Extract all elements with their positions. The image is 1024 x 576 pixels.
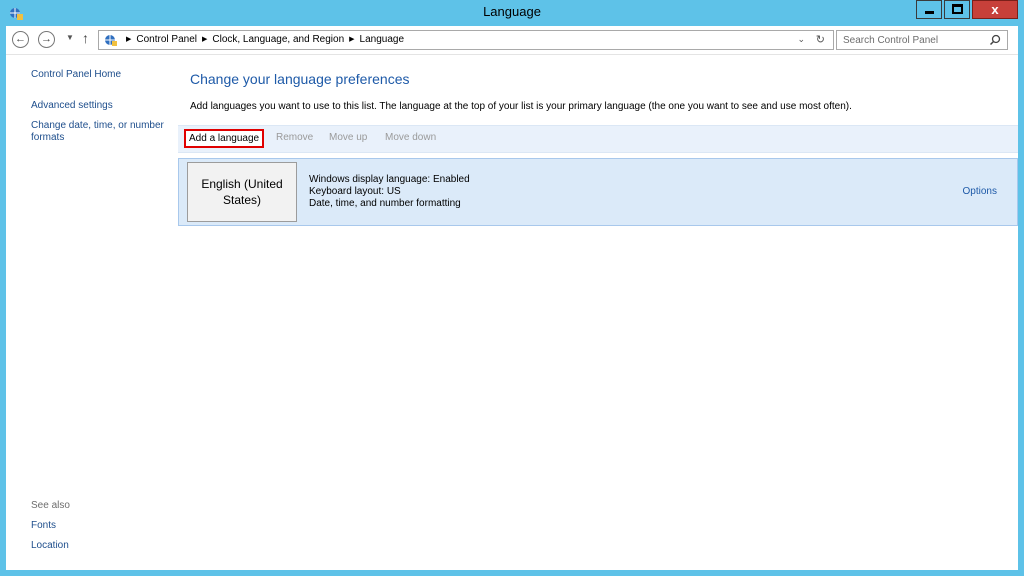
- main-content: Change your language preferences Add lan…: [178, 54, 1018, 570]
- up-arrow-icon[interactable]: ↑: [82, 30, 89, 46]
- breadcrumb: ▶ Control Panel ▶ Clock, Language, and Regi…: [121, 34, 404, 45]
- language-detail-formatting: Date, time, and number formatting: [309, 198, 461, 209]
- refresh-icon[interactable]: ↻: [816, 33, 825, 46]
- window-controls: x: [914, 0, 1018, 20]
- address-chevron-down-icon[interactable]: ⌄: [797, 34, 805, 45]
- navigation-bar: ← → ▼ ↑ ▶ Control Panel ▶ Clock, Language, …: [6, 26, 1018, 55]
- maximize-button[interactable]: [944, 0, 970, 19]
- maximize-icon: [952, 4, 963, 14]
- breadcrumb-chevron-icon[interactable]: ▶: [202, 36, 207, 43]
- close-button[interactable]: x: [972, 0, 1018, 19]
- language-detail-display: Windows display language: Enabled: [309, 174, 470, 185]
- address-bar[interactable]: ▶ Control Panel ▶ Clock, Language, and Regi…: [98, 30, 834, 50]
- page-description: Add languages you want to use to this li…: [190, 101, 852, 112]
- search-placeholder: Search Control Panel: [843, 35, 939, 46]
- minimize-button[interactable]: [916, 0, 942, 19]
- control-panel-icon: [105, 35, 117, 46]
- sidebar: Control Panel Home Advanced settings Cha…: [6, 54, 176, 570]
- remove-button[interactable]: Remove: [276, 132, 313, 143]
- breadcrumb-control-panel[interactable]: Control Panel: [136, 34, 197, 45]
- page-title: Change your language preferences: [190, 71, 410, 87]
- language-window: Language x ← → ▼ ↑ ▶ Control Panel ▶ Clock,…: [0, 0, 1024, 576]
- move-up-button[interactable]: Move up: [329, 132, 367, 143]
- language-tile[interactable]: English (United States): [187, 162, 297, 222]
- title-bar[interactable]: Language x: [0, 0, 1024, 26]
- breadcrumb-chevron-icon[interactable]: ▶: [126, 36, 131, 43]
- language-name: English (United States): [201, 177, 283, 207]
- options-link[interactable]: Options: [963, 186, 997, 197]
- breadcrumb-chevron-icon[interactable]: ▶: [349, 36, 354, 43]
- close-icon: x: [991, 2, 999, 17]
- sidebar-item-change-date-time-formats[interactable]: Change date, time, or number formats: [31, 120, 176, 144]
- sidebar-item-location[interactable]: Location: [31, 540, 69, 552]
- add-language-button[interactable]: Add a language: [184, 129, 265, 148]
- sidebar-item-control-panel-home[interactable]: Control Panel Home: [31, 69, 121, 81]
- search-input[interactable]: Search Control Panel: [836, 30, 1008, 50]
- search-icon[interactable]: [989, 34, 1001, 46]
- move-down-button[interactable]: Move down: [385, 132, 436, 143]
- back-button[interactable]: ←: [12, 31, 29, 48]
- language-detail-keyboard: Keyboard layout: US: [309, 186, 401, 197]
- minimize-icon: [925, 11, 934, 14]
- breadcrumb-language[interactable]: Language: [360, 34, 405, 45]
- client-area: ← → ▼ ↑ ▶ Control Panel ▶ Clock, Language, …: [6, 26, 1018, 570]
- sidebar-item-fonts[interactable]: Fonts: [31, 520, 56, 532]
- language-list-item[interactable]: English (United States) Windows display …: [178, 158, 1018, 226]
- language-details: Windows display language: Enabled Keyboa…: [309, 174, 470, 210]
- sidebar-item-advanced-settings[interactable]: Advanced settings: [31, 100, 113, 112]
- recent-pages-chevron-down-icon[interactable]: ▼: [66, 33, 74, 42]
- language-toolbar: Add a language Remove Move up Move down: [178, 125, 1018, 153]
- window-title: Language: [483, 4, 541, 19]
- breadcrumb-clock-language-region[interactable]: Clock, Language, and Region: [212, 34, 344, 45]
- forward-button[interactable]: →: [38, 31, 55, 48]
- see-also-label: See also: [31, 500, 70, 511]
